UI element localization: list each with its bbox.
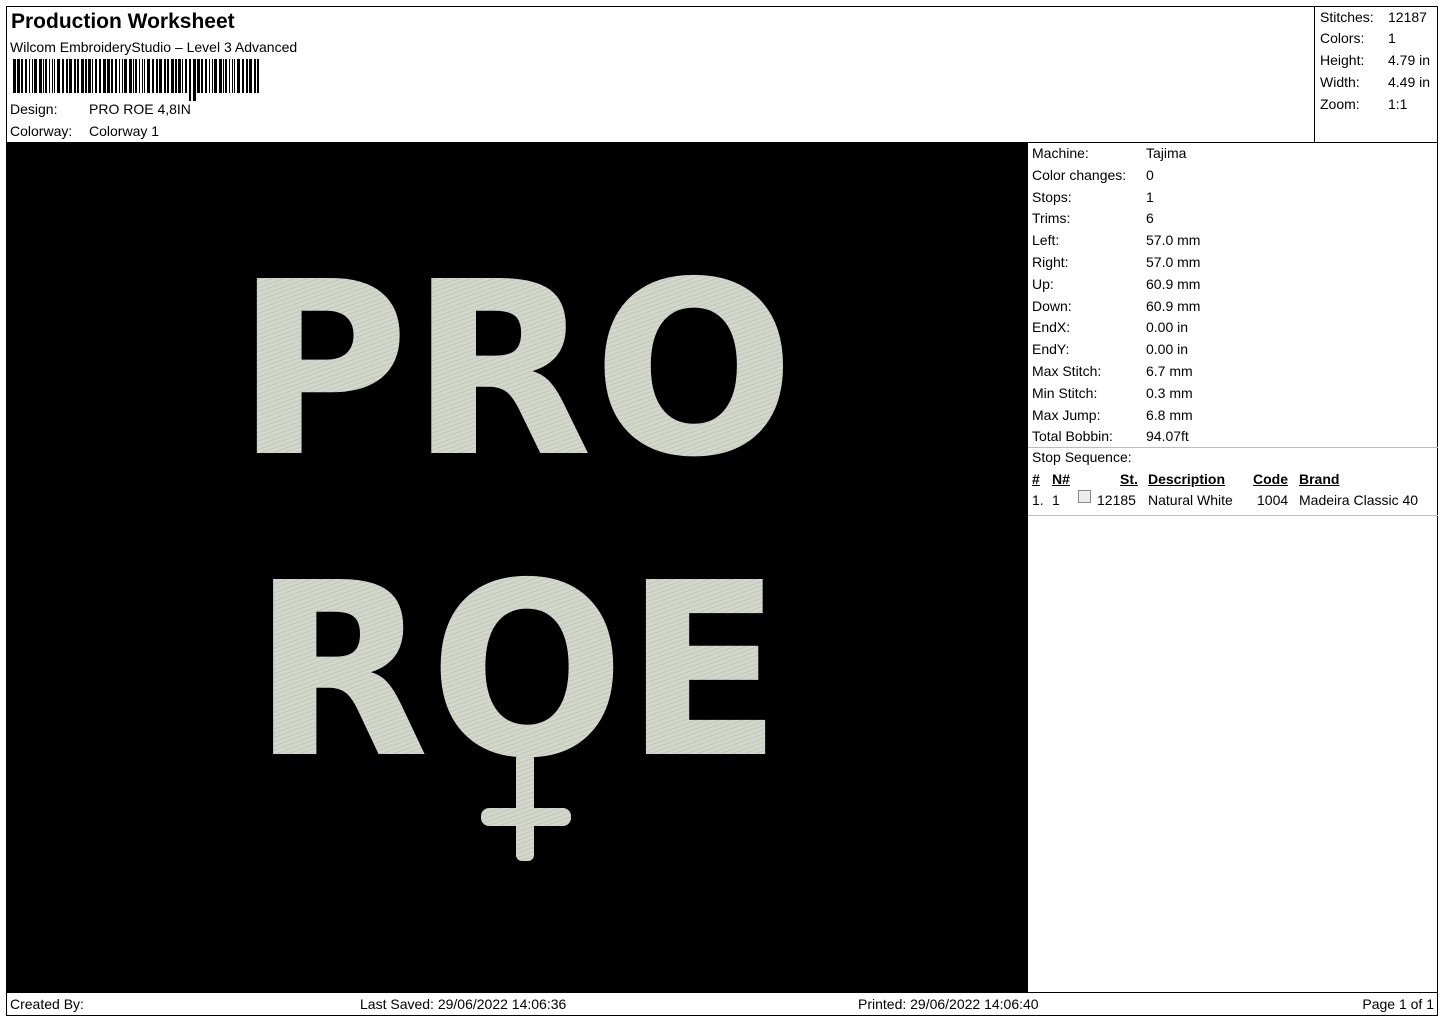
stitches-value: 12187 <box>1388 9 1427 25</box>
machine-info-label: Max Jump: <box>1032 406 1101 423</box>
design-label: Design: <box>10 101 58 117</box>
machine-info-row: Right: 57.0 mm <box>1032 254 1200 270</box>
printed-date: Printed: 29/06/2022 14:06:40 <box>858 996 1039 1012</box>
machine-info-value: 6.8 mm <box>1146 406 1193 423</box>
machine-info-label: Machine: <box>1032 145 1089 161</box>
machine-info-row: Trims: 6 <box>1032 210 1154 226</box>
machine-info-row: EndX: 0.00 in <box>1032 319 1188 335</box>
machine-info-value: 60.9 mm <box>1146 275 1201 292</box>
machine-info-label: Total Bobbin: <box>1032 428 1113 445</box>
worksheet-footer: Created By: Last Saved: 29/06/2022 14:06… <box>7 993 1438 1016</box>
width-label: Width: <box>1320 74 1360 90</box>
software-name: Wilcom EmbroideryStudio – Level 3 Advanc… <box>10 39 298 55</box>
stitches-row: Stitches: 12187 <box>1320 9 1427 25</box>
zoom-label: Zoom: <box>1320 96 1360 112</box>
machine-info-label: Stops: <box>1032 188 1072 205</box>
row-index: 1. <box>1032 492 1044 508</box>
machine-info-value: 0.3 mm <box>1146 384 1193 401</box>
col-header-description: Description <box>1148 471 1226 487</box>
stop-sequence-label: Stop Sequence: <box>1032 449 1132 465</box>
machine-info-label: Right: <box>1032 254 1069 270</box>
machine-info-value: 60.9 mm <box>1146 297 1201 314</box>
machine-info-row: Down: 60.9 mm <box>1032 298 1200 314</box>
last-saved: Last Saved: 29/06/2022 14:06:36 <box>360 996 567 1012</box>
col-header-stitches: St. <box>1120 471 1138 487</box>
machine-info-row: Stops: 1 <box>1032 189 1154 205</box>
machine-info-label: Down: <box>1032 297 1072 314</box>
worksheet-header: Production Worksheet Wilcom EmbroiderySt… <box>7 7 1314 143</box>
machine-info-label: Trims: <box>1032 210 1071 227</box>
colorway-row: Colorway: Colorway 1 <box>10 123 159 139</box>
thread-color-swatch <box>1078 490 1091 503</box>
barcode <box>13 59 259 101</box>
colors-value: 1 <box>1388 30 1396 46</box>
width-value: 4.49 in <box>1388 74 1431 90</box>
machine-info-label: Max Stitch: <box>1032 363 1102 379</box>
colors-label: Colors: <box>1320 30 1365 46</box>
colorway-value: Colorway 1 <box>89 123 160 139</box>
summary-stats: Stitches: 12187 Colors: 1 Height: 4.79 in W… <box>1314 7 1438 143</box>
machine-info-row: Up: 60.9 mm <box>1032 276 1200 292</box>
machine-info-label: EndY: <box>1032 341 1070 358</box>
machine-info-value: 0.00 in <box>1146 341 1189 358</box>
table-divider <box>1028 515 1438 516</box>
machine-info-label: Color changes: <box>1032 166 1127 183</box>
machine-info-label: Min Stitch: <box>1032 384 1098 401</box>
machine-info-value: 0 <box>1146 166 1154 183</box>
created-by: Created By: <box>10 996 84 1012</box>
colorway-label: Colorway: <box>10 123 73 139</box>
design-preview: PRO ROE <box>7 143 1027 993</box>
machine-info-label: Up: <box>1032 275 1054 292</box>
machine-info-value: 1 <box>1146 188 1154 205</box>
zoom-row: Zoom: 1:1 <box>1320 96 1407 112</box>
height-value: 4.79 in <box>1388 52 1431 68</box>
machine-info-row: Max Stitch: 6.7 mm <box>1032 363 1193 379</box>
machine-info-label: EndX: <box>1032 319 1071 336</box>
machine-info-value: 57.0 mm <box>1146 254 1201 270</box>
page-number: Page 1 of 1 <box>1362 996 1434 1012</box>
machine-info-value: Tajima <box>1146 145 1187 161</box>
colors-row: Colors: 1 <box>1320 30 1396 46</box>
width-row: Width: 4.49 in <box>1320 74 1430 90</box>
design-value: PRO ROE 4,8IN <box>89 101 191 117</box>
stitches-label: Stitches: <box>1320 9 1374 25</box>
machine-info-value: 6.7 mm <box>1146 363 1193 379</box>
machine-info-value: 57.0 mm <box>1146 232 1201 249</box>
machine-info-row: Left: 57.0 mm <box>1032 232 1200 248</box>
row-description: Natural White <box>1148 492 1233 508</box>
machine-info-row: Machine: Tajima <box>1032 145 1186 161</box>
col-header-brand: Brand <box>1299 471 1340 487</box>
panel-divider <box>1028 447 1438 448</box>
zoom-value: 1:1 <box>1388 96 1408 112</box>
row-code: 1004 <box>1257 492 1289 508</box>
machine-info-value: 0.00 in <box>1146 319 1189 336</box>
production-worksheet: Production Worksheet Wilcom EmbroiderySt… <box>6 6 1438 1016</box>
machine-info-row: Min Stitch: 0.3 mm <box>1032 385 1193 401</box>
col-header-index: # <box>1032 471 1040 487</box>
row-brand: Madeira Classic 40 <box>1299 492 1419 508</box>
page-title: Production Worksheet <box>11 10 235 33</box>
machine-info-row: Total Bobbin: 94.07ft <box>1032 428 1189 444</box>
machine-info-row: Max Jump: 6.8 mm <box>1032 407 1193 423</box>
machine-info-row: EndY: 0.00 in <box>1032 341 1188 357</box>
embroidery-artwork: PRO ROE <box>235 230 795 861</box>
design-row: Design: PRO ROE 4,8IN <box>10 101 191 117</box>
row-needle: 1 <box>1052 492 1060 508</box>
height-row: Height: 4.79 in <box>1320 52 1430 68</box>
machine-info-row: Color changes: 0 <box>1032 167 1154 183</box>
machine-info-panel: Machine: Tajima Color changes: 0 Stops: 1 Trim… <box>1027 143 1438 993</box>
row-stitches: 12185 <box>1097 492 1136 508</box>
machine-info-label: Left: <box>1032 232 1060 249</box>
height-label: Height: <box>1320 52 1365 68</box>
col-header-needle: N# <box>1052 471 1070 487</box>
design-line-pro: PRO <box>235 230 795 510</box>
machine-info-value: 94.07ft <box>1146 428 1189 445</box>
machine-info-value: 6 <box>1146 210 1154 227</box>
col-header-code: Code <box>1253 471 1288 487</box>
